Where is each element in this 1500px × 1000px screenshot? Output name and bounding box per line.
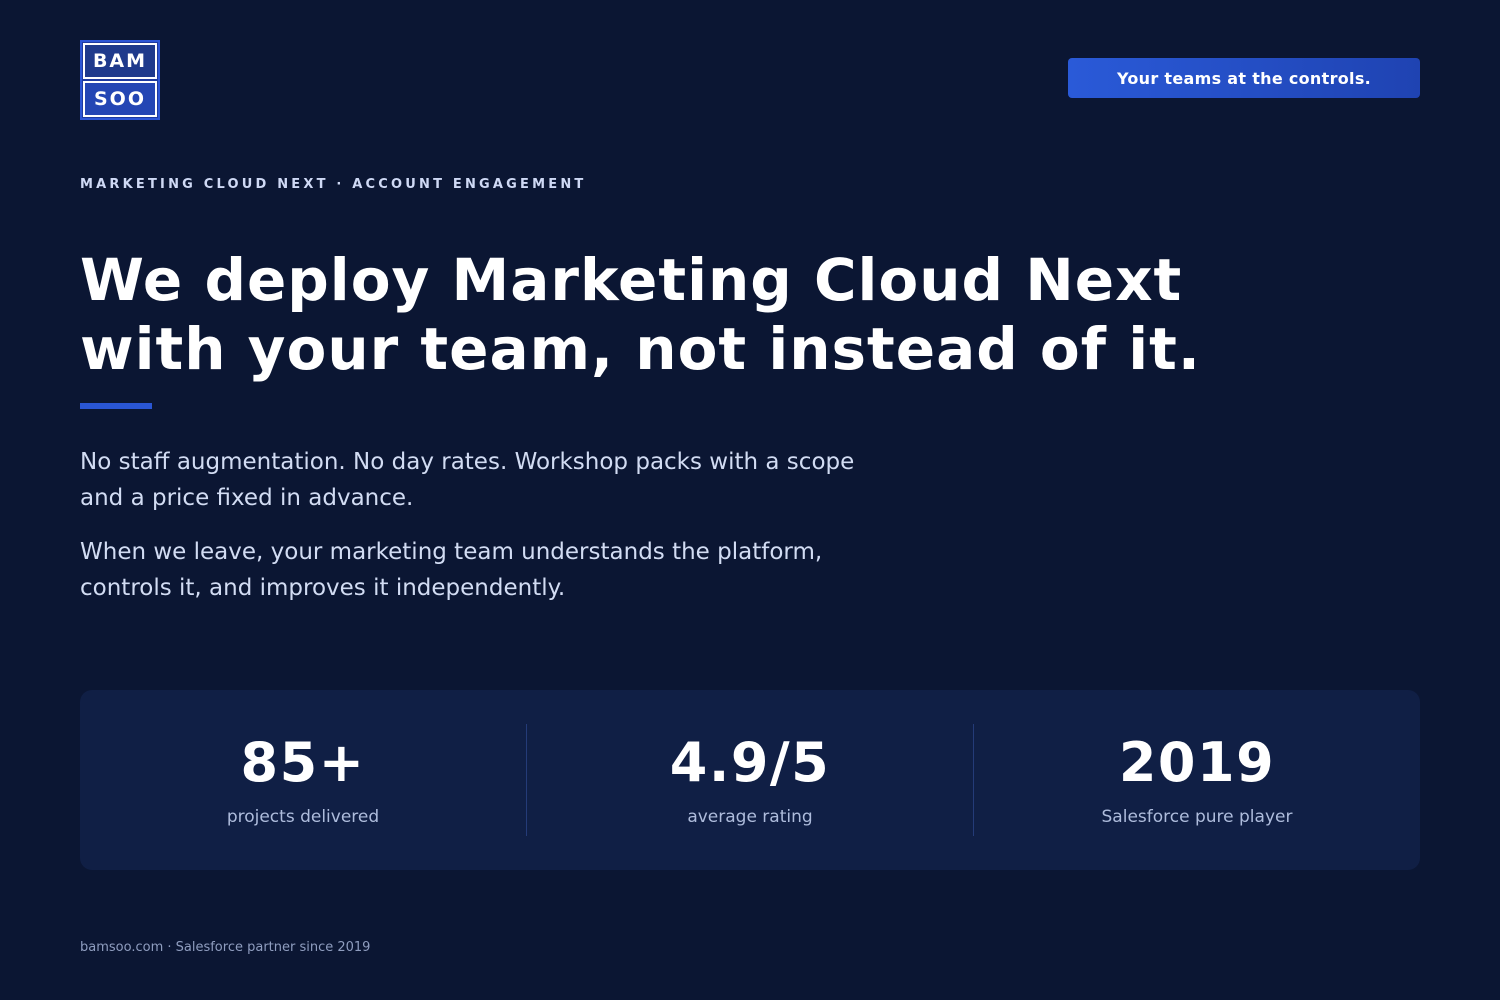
stat-label: projects delivered xyxy=(226,807,380,827)
stats-card: 85+ projects delivered 4.9/5 average rat… xyxy=(80,690,1420,870)
page: BAM SOO Your teams at the controls. MARK… xyxy=(0,0,1500,1000)
body-p2-line-2: controls it, and improves it independent… xyxy=(80,575,566,601)
stat-value: 2019 xyxy=(1118,731,1276,794)
hero-headline: We deploy Marketing Cloud Next with your… xyxy=(80,246,1280,384)
stat-rating: 4.9/5 average rating xyxy=(526,724,973,836)
body-p1-line-1: No staff augmentation. No day rates. Wor… xyxy=(80,449,855,475)
body-paragraph-2: When we leave, your marketing team under… xyxy=(80,534,960,606)
stat-since: 2019 Salesforce pure player xyxy=(973,724,1420,836)
accent-divider xyxy=(80,403,152,409)
stat-value: 4.9/5 xyxy=(669,731,831,794)
stat-label: Salesforce pure player xyxy=(1101,807,1293,827)
body-p1-line-2: and a price fixed in advance. xyxy=(80,485,414,511)
body-paragraph-1: No staff augmentation. No day rates. Wor… xyxy=(80,444,960,516)
hero-body: No staff augmentation. No day rates. Wor… xyxy=(80,444,960,624)
stat-projects: 85+ projects delivered xyxy=(80,724,526,836)
logo-text-top: BAM xyxy=(83,43,157,79)
headline-line-1: We deploy Marketing Cloud Next xyxy=(80,246,1183,314)
stat-value: 85+ xyxy=(240,731,366,794)
footer-text: bamsoo.com · Salesforce partner since 20… xyxy=(80,940,371,955)
stat-label: average rating xyxy=(687,807,813,827)
headline-line-2: with your team, not instead of it. xyxy=(80,315,1201,383)
body-p2-line-1: When we leave, your marketing team under… xyxy=(80,539,823,565)
cta-banner-button[interactable]: Your teams at the controls. xyxy=(1068,58,1420,98)
logo-text-bottom: SOO xyxy=(83,81,157,117)
brand-logo[interactable]: BAM SOO xyxy=(80,40,160,120)
eyebrow-label: MARKETING CLOUD NEXT · ACCOUNT ENGAGEMEN… xyxy=(80,177,587,192)
